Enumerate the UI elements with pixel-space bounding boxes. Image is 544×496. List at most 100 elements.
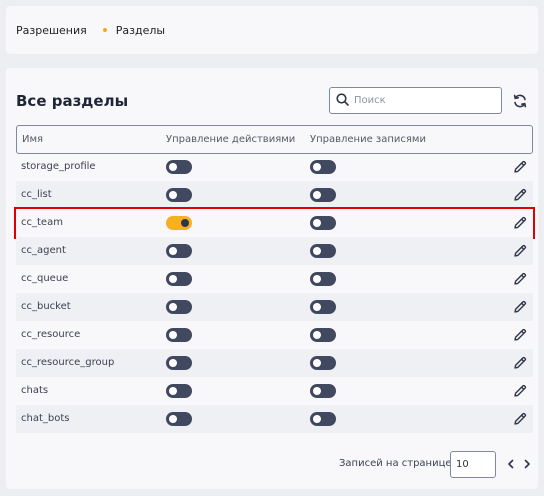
toggle-knob bbox=[313, 415, 321, 423]
table-row: cc_team bbox=[14, 207, 535, 239]
toggle-knob bbox=[313, 219, 321, 227]
toggle-knob bbox=[169, 415, 177, 423]
table-row: chat_bots bbox=[16, 405, 533, 433]
actions-toggle[interactable] bbox=[166, 412, 192, 426]
actions-toggle[interactable] bbox=[166, 300, 192, 314]
chevron-right-icon bbox=[524, 459, 530, 469]
actions-toggle[interactable] bbox=[166, 328, 192, 342]
pencil-icon bbox=[512, 356, 528, 374]
pencil-icon bbox=[512, 328, 528, 346]
toggle-knob bbox=[313, 163, 321, 171]
toggle-knob bbox=[313, 191, 321, 199]
actions-toggle[interactable] bbox=[166, 216, 192, 230]
toggle-knob bbox=[169, 247, 177, 255]
edit-button[interactable] bbox=[512, 187, 528, 203]
edit-button[interactable] bbox=[512, 383, 528, 399]
table-row: cc_resource bbox=[16, 321, 533, 349]
records-toggle[interactable] bbox=[310, 216, 336, 230]
toggle-knob bbox=[313, 359, 321, 367]
search-box[interactable] bbox=[329, 87, 502, 114]
records-toggle[interactable] bbox=[310, 356, 336, 370]
edit-button[interactable] bbox=[512, 411, 528, 427]
edit-button[interactable] bbox=[512, 299, 528, 315]
toggle-knob bbox=[169, 359, 177, 367]
actions-toggle[interactable] bbox=[166, 272, 192, 286]
actions-toggle[interactable] bbox=[166, 188, 192, 202]
edit-button[interactable] bbox=[512, 215, 528, 231]
next-page-button[interactable] bbox=[520, 457, 534, 471]
pencil-icon bbox=[512, 160, 528, 178]
pencil-icon bbox=[512, 216, 528, 234]
table-row: cc_bucket bbox=[16, 293, 533, 321]
toggle-knob bbox=[313, 303, 321, 311]
records-toggle[interactable] bbox=[310, 300, 336, 314]
page-title: Все разделы bbox=[16, 92, 129, 110]
prev-page-button[interactable] bbox=[504, 457, 518, 471]
toggle-knob bbox=[313, 331, 321, 339]
toggle-knob bbox=[313, 275, 321, 283]
records-toggle[interactable] bbox=[310, 244, 336, 258]
search-icon bbox=[336, 91, 349, 110]
breadcrumb-item-permissions[interactable]: Разрешения bbox=[16, 24, 87, 37]
breadcrumb-item-sections: Разделы bbox=[115, 23, 166, 37]
pencil-icon bbox=[512, 384, 528, 402]
table-row: storage_profile bbox=[16, 153, 533, 181]
pencil-icon bbox=[512, 300, 528, 318]
chevron-left-icon bbox=[508, 459, 514, 469]
breadcrumb: Разрешения Разделы bbox=[6, 6, 538, 54]
table-body: storage_profile cc_list cc_team cc_agent cc_… bbox=[14, 153, 535, 433]
per-page-input[interactable] bbox=[450, 451, 496, 478]
edit-button[interactable] bbox=[512, 355, 528, 371]
toggle-knob bbox=[313, 247, 321, 255]
section-name: storage_profile bbox=[21, 161, 96, 172]
section-name: cc_resource_group bbox=[21, 357, 115, 368]
table-row: cc_queue bbox=[16, 265, 533, 293]
actions-toggle[interactable] bbox=[166, 356, 192, 370]
table-header: Имя Управление действиями Управление зап… bbox=[16, 125, 533, 154]
actions-toggle[interactable] bbox=[166, 244, 192, 258]
section-name: chat_bots bbox=[21, 413, 70, 424]
refresh-icon bbox=[513, 94, 527, 108]
section-name: cc_queue bbox=[21, 273, 69, 284]
column-header-actions[interactable]: Управление действиями bbox=[166, 134, 295, 145]
search-input[interactable] bbox=[354, 95, 484, 106]
edit-button[interactable] bbox=[512, 159, 528, 175]
records-toggle[interactable] bbox=[310, 384, 336, 398]
pencil-icon bbox=[512, 188, 528, 206]
section-name: cc_list bbox=[21, 189, 52, 200]
edit-button[interactable] bbox=[512, 243, 528, 259]
section-name: cc_agent bbox=[21, 245, 66, 256]
toggle-knob bbox=[181, 219, 189, 227]
records-toggle[interactable] bbox=[310, 188, 336, 202]
records-toggle[interactable] bbox=[310, 160, 336, 174]
section-name: cc_team bbox=[21, 217, 63, 228]
breadcrumb-separator bbox=[102, 28, 107, 32]
sections-panel: Все разделы Имя Управление действиями Уп… bbox=[6, 68, 538, 489]
toggle-knob bbox=[169, 191, 177, 199]
refresh-button[interactable] bbox=[510, 91, 530, 111]
toggle-knob bbox=[169, 387, 177, 395]
actions-toggle[interactable] bbox=[166, 160, 192, 174]
table-row: cc_resource_group bbox=[16, 349, 533, 377]
section-name: cc_bucket bbox=[21, 301, 71, 312]
pagination: Записей на странице: bbox=[6, 451, 538, 479]
toggle-knob bbox=[313, 387, 321, 395]
section-name: chats bbox=[21, 385, 49, 396]
table-row: chats bbox=[16, 377, 533, 405]
records-toggle[interactable] bbox=[310, 328, 336, 342]
section-name: cc_resource bbox=[21, 329, 81, 340]
edit-button[interactable] bbox=[512, 271, 528, 287]
column-header-records[interactable]: Управление записями bbox=[310, 134, 426, 145]
edit-button[interactable] bbox=[512, 327, 528, 343]
table-row: cc_agent bbox=[16, 237, 533, 265]
records-toggle[interactable] bbox=[310, 272, 336, 286]
toggle-knob bbox=[169, 331, 177, 339]
per-page-label: Записей на странице: bbox=[339, 458, 455, 469]
pencil-icon bbox=[512, 244, 528, 262]
pencil-icon bbox=[512, 412, 528, 430]
toggle-knob bbox=[169, 275, 177, 283]
column-header-name[interactable]: Имя bbox=[22, 134, 43, 145]
records-toggle[interactable] bbox=[310, 412, 336, 426]
actions-toggle[interactable] bbox=[166, 384, 192, 398]
table-row: cc_list bbox=[16, 181, 533, 209]
